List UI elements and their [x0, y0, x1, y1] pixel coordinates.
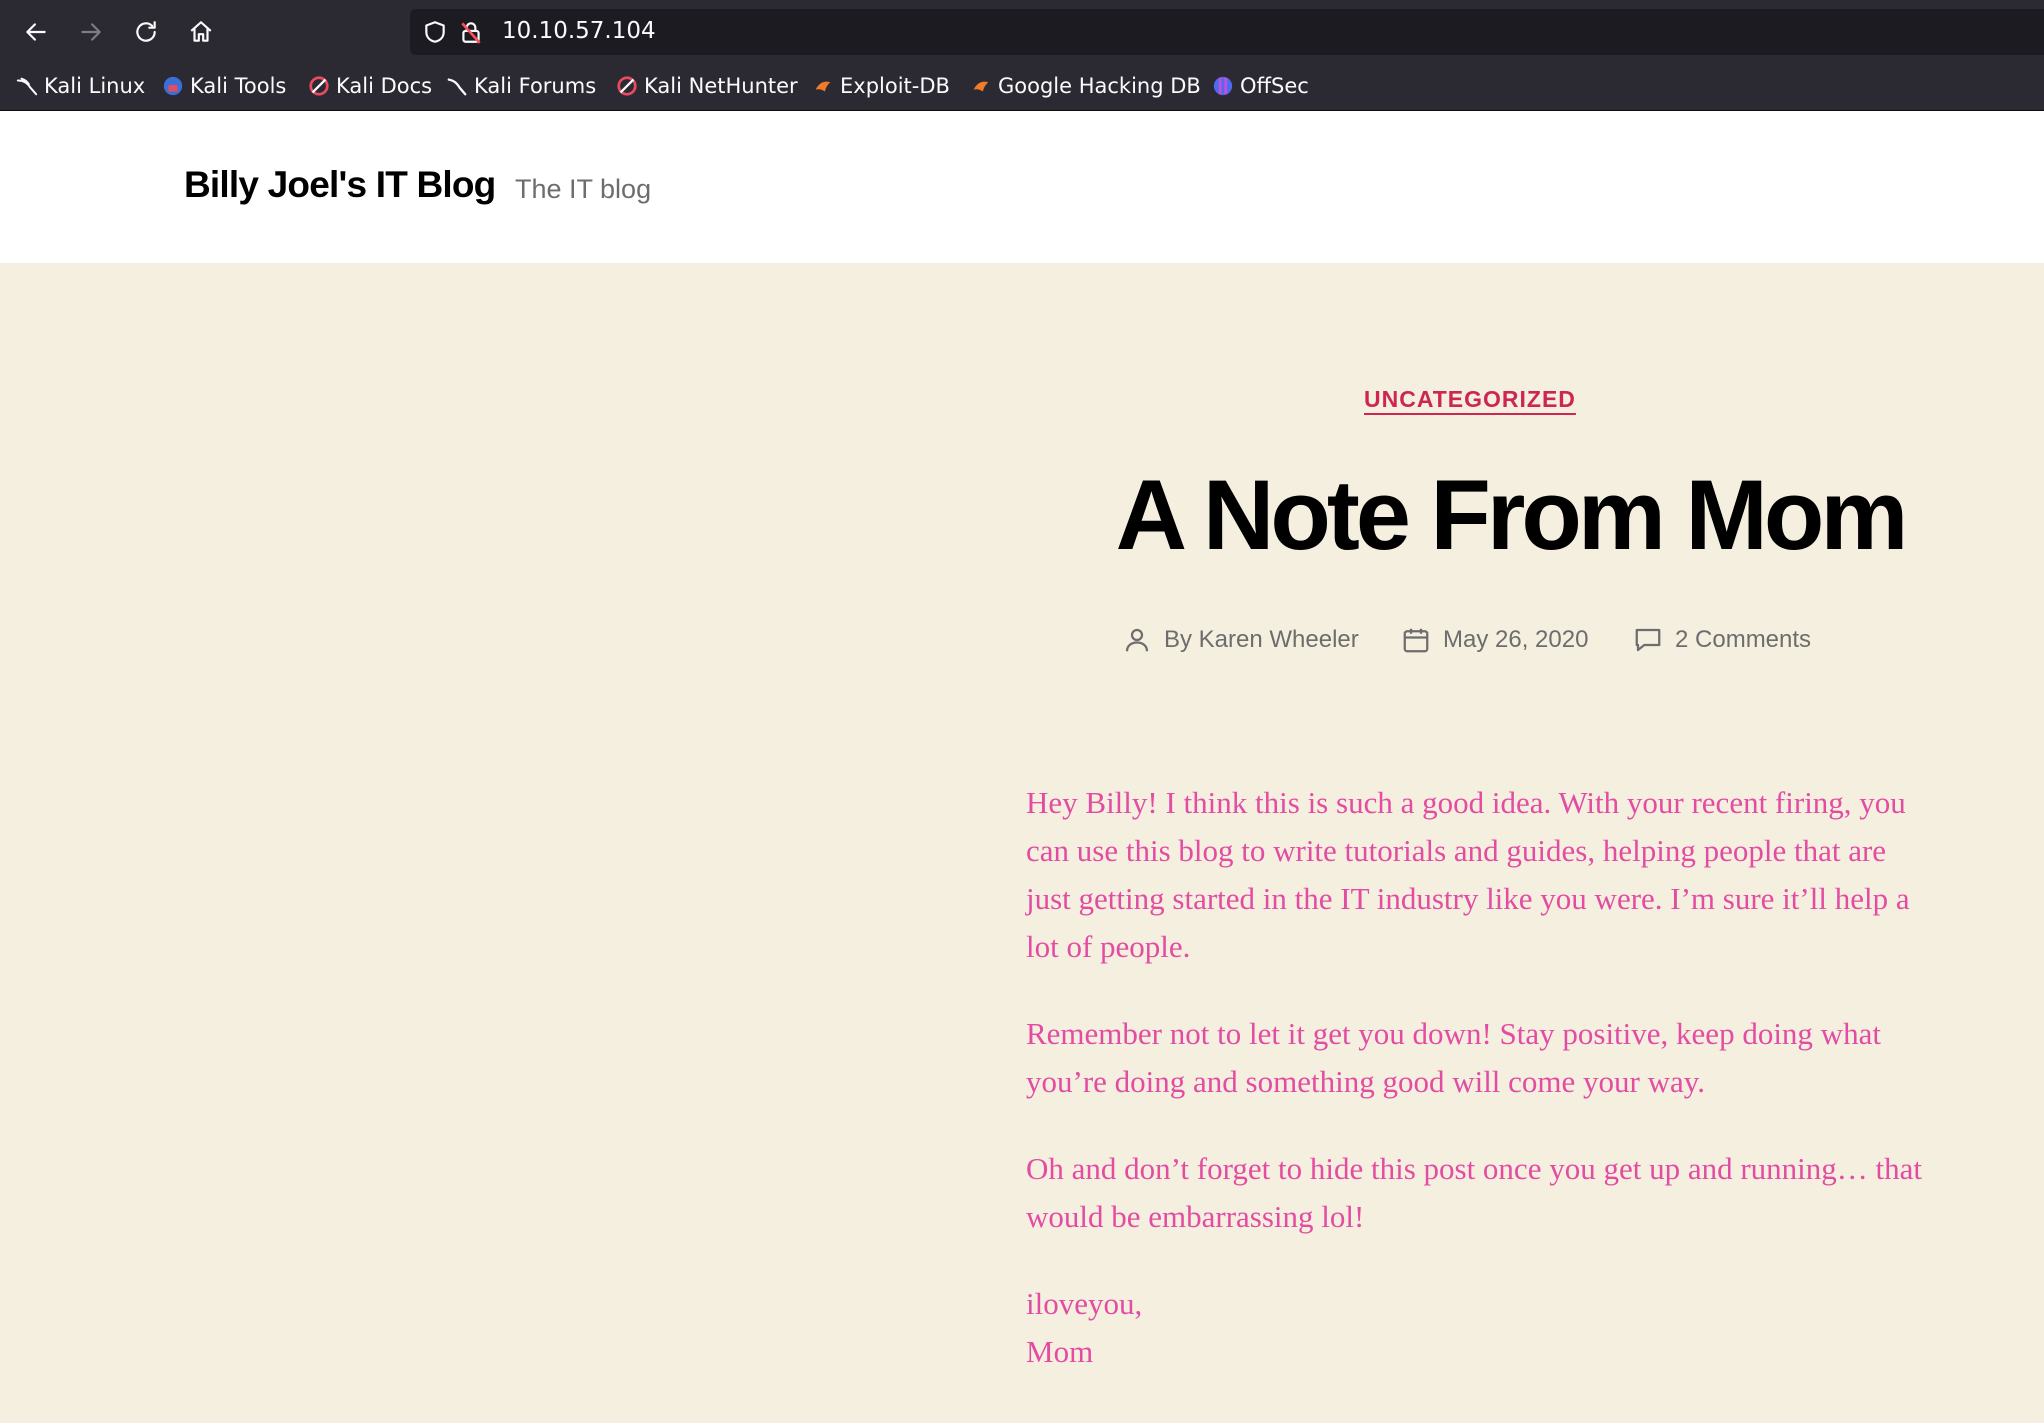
offsec-icon	[1213, 76, 1233, 96]
bookmark-kali-docs[interactable]: Kali Docs	[308, 71, 432, 101]
bookmark-kali-tools[interactable]: Kali Tools	[162, 71, 286, 101]
kali-docs-icon	[309, 76, 329, 96]
forward-button[interactable]	[72, 13, 110, 51]
arrow-left-icon	[26, 23, 46, 41]
signoff-line: iloveyou,	[1026, 1286, 1143, 1321]
ghdb-icon	[973, 81, 989, 92]
post-content: Hey Billy! I think this is such a good i…	[1026, 779, 1926, 1415]
site-description: The IT blog	[515, 174, 652, 204]
person-icon	[1125, 628, 1149, 652]
back-button[interactable]	[17, 13, 55, 51]
post-date[interactable]: May 26, 2020	[1401, 622, 1588, 658]
signoff-signature: Mom	[1026, 1334, 1094, 1369]
post-author[interactable]: By Karen Wheeler	[1122, 622, 1359, 658]
bookmark-kali-forums[interactable]: Kali Forums	[446, 71, 596, 101]
kali-tools-icon	[163, 76, 183, 96]
category-link[interactable]: UNCATEGORIZED	[1364, 386, 1576, 413]
reload-icon	[136, 21, 156, 42]
kali-dragon-icon	[16, 77, 38, 96]
post-comments[interactable]: 2 Comments	[1633, 622, 1811, 658]
post-paragraph: Remember not to let it get you down! Sta…	[1026, 1016, 1881, 1099]
post-paragraph: Oh and don’t forget to hide this post on…	[1026, 1151, 1923, 1234]
shield-icon[interactable]	[422, 19, 448, 45]
date-text[interactable]: May 26, 2020	[1443, 626, 1588, 654]
post-signoff: iloveyou, Mom	[1026, 1280, 1926, 1376]
bookmark-offsec[interactable]: OffSec	[1212, 71, 1309, 101]
home-icon	[190, 21, 212, 42]
bookmarks-bar: Kali Linux Kali Tools Kali Docs Kali For…	[0, 63, 2044, 111]
bookmark-google-hacking-db[interactable]: Google Hacking DB	[970, 71, 1201, 101]
author-text[interactable]: By Karen Wheeler	[1164, 626, 1359, 654]
insecure-lock-icon[interactable]	[458, 19, 484, 45]
bookmark-kali-linux[interactable]: Kali Linux	[16, 71, 145, 101]
kali-nethunter-icon	[617, 76, 637, 96]
comment-icon	[1635, 628, 1661, 652]
browser-toolbar: 10.10.57.104	[0, 0, 2044, 63]
comments-text[interactable]: 2 Comments	[1675, 626, 1811, 654]
home-button[interactable]	[182, 13, 220, 51]
address-bar[interactable]: 10.10.57.104	[410, 9, 2044, 55]
post-title: A Note From Mom	[1115, 459, 1909, 570]
exploit-db-icon	[815, 81, 831, 92]
reload-button[interactable]	[127, 13, 165, 51]
kali-forums-icon	[447, 78, 467, 96]
calendar-icon	[1403, 628, 1429, 653]
post-paragraph: Hey Billy! I think this is such a good i…	[1026, 785, 1910, 964]
site-title[interactable]: Billy Joel's IT Blog	[184, 164, 496, 206]
site-header: Billy Joel's IT Blog The IT blog	[0, 111, 2044, 263]
url-text: 10.10.57.104	[502, 18, 656, 44]
bookmark-exploit-db[interactable]: Exploit-DB	[812, 71, 950, 101]
arrow-right-icon	[81, 23, 101, 41]
bookmark-kali-nethunter[interactable]: Kali NetHunter	[616, 71, 798, 101]
